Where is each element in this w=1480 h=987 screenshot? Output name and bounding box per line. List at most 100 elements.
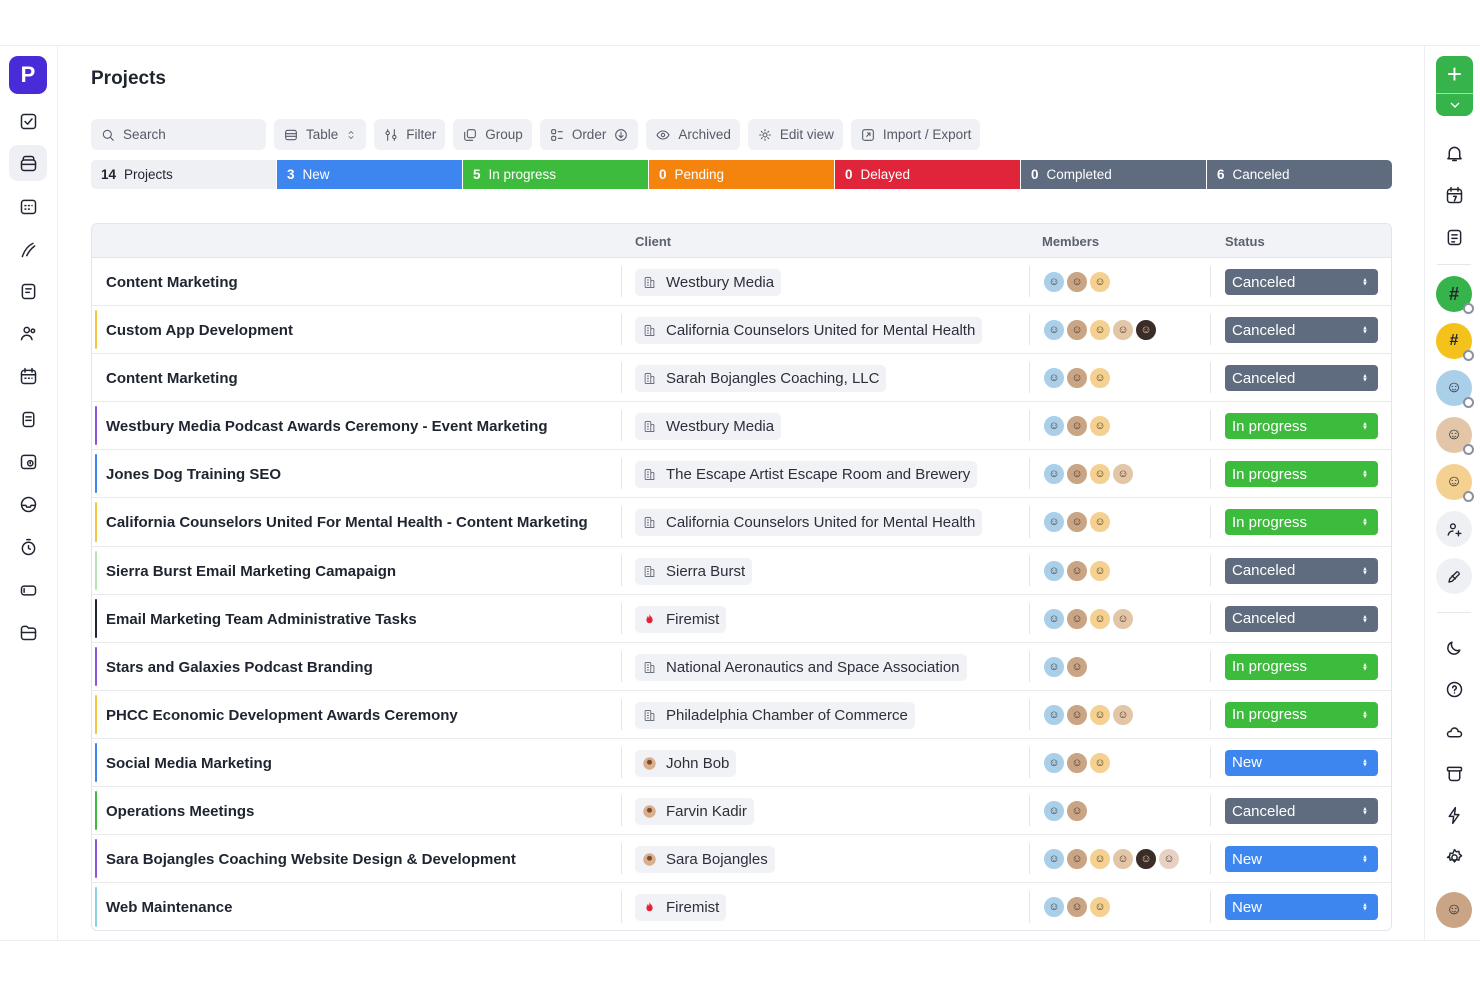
rocket-icon[interactable] (1436, 558, 1472, 594)
app-logo[interactable]: P (9, 56, 47, 94)
member-avatar[interactable]: ☺ (1065, 895, 1089, 920)
member-avatar[interactable]: ☺ (1042, 654, 1066, 679)
member-avatar[interactable]: ☺ (1088, 462, 1112, 487)
project-name[interactable]: Content Marketing (106, 274, 238, 291)
status-select[interactable]: Canceled ▲ ▼ (1225, 605, 1378, 632)
client-chip[interactable]: Westbury Media (635, 413, 782, 441)
status-select[interactable]: In progress ▲ ▼ (1225, 413, 1378, 440)
member-avatar[interactable]: ☺ (1042, 702, 1066, 727)
help-icon[interactable] (1438, 673, 1470, 705)
client-chip[interactable]: Sara Bojangles (635, 846, 775, 874)
members-avatars[interactable]: ☺ ☺ ☺ (1042, 510, 1112, 535)
user-avatar-icon[interactable]: ☺ (1436, 464, 1474, 502)
table-row[interactable]: Stars and Galaxies Podcast Branding Natio… (92, 643, 1391, 691)
member-avatar[interactable]: ☺ (1065, 558, 1089, 583)
status-select[interactable]: Canceled ▲ ▼ (1225, 269, 1378, 295)
members-avatars[interactable]: ☺ ☺ ☺ (1042, 895, 1112, 920)
member-avatar[interactable]: ☺ (1111, 702, 1135, 727)
project-name[interactable]: Operations Meetings (106, 803, 254, 820)
members-avatars[interactable]: ☺ ☺ ☺ (1042, 750, 1112, 775)
status-select[interactable]: In progress ▲ ▼ (1225, 509, 1378, 536)
project-name[interactable]: Stars and Galaxies Podcast Branding (106, 659, 373, 676)
status-select[interactable]: Canceled ▲ ▼ (1225, 317, 1378, 344)
project-name[interactable]: Web Maintenance (106, 899, 232, 916)
members-avatars[interactable]: ☺ ☺ ☺ (1042, 270, 1112, 294)
schedule-icon[interactable] (9, 358, 47, 394)
member-avatar[interactable]: ☺ (1042, 462, 1066, 487)
members-avatars[interactable]: ☺ ☺ ☺ ☺ (1042, 606, 1135, 631)
member-avatar[interactable]: ☺ (1065, 270, 1089, 294)
status-filter-pending[interactable]: 0 Pending (649, 160, 835, 189)
status-filter-progress[interactable]: 5 In progress (463, 160, 649, 189)
client-chip[interactable]: California Counselors United for Mental … (635, 317, 983, 345)
member-avatar[interactable]: ☺ (1111, 847, 1135, 872)
member-avatar[interactable]: ☺ (1157, 847, 1181, 872)
status-select[interactable]: In progress ▲ ▼ (1225, 701, 1378, 728)
cloud-storage-icon[interactable] (1438, 715, 1470, 747)
table-row[interactable]: Social Media Marketing John Bob ☺ ☺ ☺ New ▲ ▼ (92, 739, 1391, 788)
status-filter-completed[interactable]: 0 Completed (1021, 160, 1207, 189)
members-avatars[interactable]: ☺ ☺ ☺ ☺ ☺ ☺ (1042, 847, 1181, 872)
member-avatar[interactable]: ☺ (1042, 606, 1066, 631)
import-export-button[interactable]: Import / Export (850, 119, 981, 150)
status-filter-delayed[interactable]: 0 Delayed (835, 160, 1021, 189)
calendar-clock-icon[interactable] (9, 443, 47, 479)
member-avatar[interactable]: ☺ (1042, 318, 1066, 343)
timer-icon[interactable] (9, 529, 47, 565)
calendar-grid-icon[interactable] (9, 188, 47, 224)
member-avatar[interactable]: ☺ (1065, 606, 1089, 631)
table-row[interactable]: Jones Dog Training SEO The Escape Artist … (92, 450, 1391, 499)
column-header-members[interactable]: Members (1042, 234, 1099, 249)
table-view-button[interactable]: Table (274, 119, 367, 150)
client-chip[interactable]: Westbury Media (635, 269, 782, 296)
archive-box-icon[interactable] (1438, 757, 1470, 789)
member-avatar[interactable]: ☺ (1065, 414, 1089, 439)
status-select[interactable]: New ▲ ▼ (1225, 894, 1378, 921)
project-name[interactable]: California Counselors United For Mental … (106, 514, 588, 531)
member-avatar[interactable]: ☺ (1088, 558, 1112, 583)
client-chip[interactable]: John Bob (635, 749, 737, 777)
status-select[interactable]: Canceled ▲ ▼ (1225, 365, 1378, 392)
user-avatar-icon[interactable]: ☺ (1436, 417, 1474, 455)
projects-icon[interactable] (9, 145, 47, 181)
members-avatars[interactable]: ☺ ☺ ☺ (1042, 366, 1112, 391)
card-icon[interactable] (9, 572, 47, 608)
table-row[interactable]: Sara Bojangles Coaching Website Design &… (92, 835, 1391, 884)
status-select[interactable]: In progress ▲ ▼ (1225, 653, 1378, 680)
project-name[interactable]: Westbury Media Podcast Awards Ceremony -… (106, 418, 548, 435)
member-avatar[interactable]: ☺ (1065, 366, 1089, 391)
project-name[interactable]: Custom App Development (106, 322, 293, 339)
notifications-bell-icon[interactable] (1438, 137, 1470, 169)
project-name[interactable]: Content Marketing (106, 370, 238, 387)
status-filter-canceled[interactable]: 6 Canceled (1207, 160, 1392, 189)
member-avatar[interactable]: ☺ (1088, 847, 1112, 872)
table-row[interactable]: Web Maintenance Firemist ☺ ☺ ☺ New ▲ ▼ (92, 883, 1391, 930)
table-row[interactable]: Content Marketing Sarah Bojangles Coachin… (92, 354, 1391, 403)
hashtag-group-icon[interactable]: # (1436, 323, 1474, 361)
table-row[interactable]: Westbury Media Podcast Awards Ceremony -… (92, 402, 1391, 451)
member-avatar[interactable]: ☺ (1088, 366, 1112, 391)
status-select[interactable]: Canceled ▲ ▼ (1225, 557, 1378, 584)
filter-button[interactable]: Filter (374, 119, 446, 150)
hashtag-channel-icon[interactable]: # (1436, 276, 1474, 314)
member-avatar[interactable]: ☺ (1042, 366, 1066, 391)
member-avatar[interactable]: ☺ (1088, 270, 1112, 294)
member-avatar[interactable]: ☺ (1065, 462, 1089, 487)
lightning-icon[interactable] (1438, 799, 1470, 831)
members-avatars[interactable]: ☺ ☺ ☺ ☺ ☺ (1042, 318, 1158, 343)
table-row[interactable]: Sierra Burst Email Marketing Camapaign Si… (92, 547, 1391, 595)
client-chip[interactable]: Farvin Kadir (635, 798, 754, 826)
table-row[interactable]: Operations Meetings Farvin Kadir ☺ ☺ Cancele… (92, 787, 1391, 836)
member-avatar[interactable]: ☺ (1088, 606, 1112, 631)
member-avatar[interactable]: ☺ (1042, 750, 1066, 775)
members-avatars[interactable]: ☺ ☺ (1042, 799, 1089, 824)
members-avatars[interactable]: ☺ ☺ ☺ (1042, 558, 1112, 583)
project-name[interactable]: Email Marketing Team Administrative Task… (106, 611, 417, 628)
member-avatar[interactable]: ☺ (1134, 318, 1158, 343)
project-name[interactable]: Jones Dog Training SEO (106, 466, 281, 483)
inbox-icon[interactable] (9, 486, 47, 522)
client-chip[interactable]: Sarah Bojangles Coaching, LLC (635, 365, 887, 393)
client-chip[interactable]: The Escape Artist Escape Room and Brewer… (635, 461, 978, 489)
member-avatar[interactable]: ☺ (1065, 510, 1089, 535)
project-name[interactable]: Sara Bojangles Coaching Website Design &… (106, 851, 516, 868)
